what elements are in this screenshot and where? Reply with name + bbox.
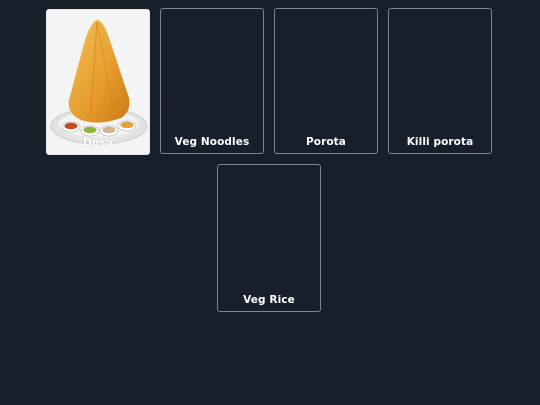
menu-item-killi-porota[interactable]: Killi porota [388, 8, 492, 154]
menu-item-veg-rice[interactable]: Veg Rice [217, 164, 321, 312]
menu-item-veg-noodles[interactable]: Veg Noodles [160, 8, 264, 154]
menu-item-label: Veg Noodles [174, 136, 250, 148]
menu-item-label: Porota [305, 136, 346, 148]
menu-item-dosa[interactable]: Dosa [46, 9, 150, 155]
dosa-image [50, 20, 148, 145]
menu-item-label: Killi porota [406, 136, 474, 148]
menu-item-label: Dosa [83, 137, 113, 149]
menu-item-porota[interactable]: Porota [274, 8, 378, 154]
menu-item-label: Veg Rice [243, 294, 295, 306]
